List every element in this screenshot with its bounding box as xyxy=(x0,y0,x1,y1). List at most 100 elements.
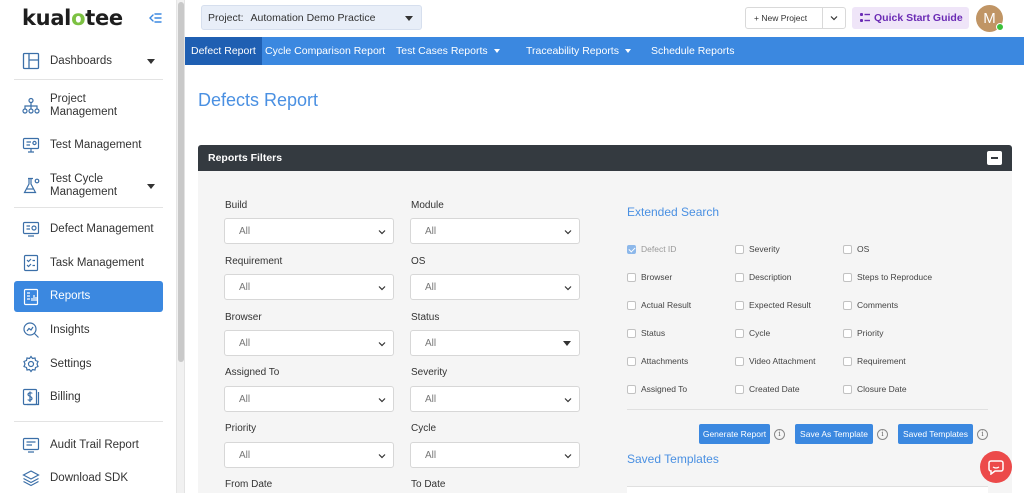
info-icon[interactable]: i xyxy=(774,429,785,440)
tab-label: Cycle Comparison Report xyxy=(265,45,386,57)
avatar[interactable]: M xyxy=(976,5,1004,32)
tab-cycle-comparison-report[interactable]: Cycle Comparison Report xyxy=(265,37,385,65)
checkbox[interactable] xyxy=(735,244,744,254)
sidebar-item-project-management[interactable]: Project Management xyxy=(14,92,163,120)
checkbox-steps-to-reproduce[interactable]: Steps to Reproduce xyxy=(843,272,932,282)
logo[interactable]: kualotee xyxy=(22,6,123,30)
checkbox-video-attachment[interactable]: Video Attachment xyxy=(735,356,815,366)
assigned-to-select[interactable]: All xyxy=(224,386,394,412)
checkbox[interactable] xyxy=(627,384,636,394)
checkbox[interactable] xyxy=(627,272,636,282)
checkbox-cycle[interactable]: Cycle xyxy=(735,328,770,338)
checkbox-label: Browser xyxy=(641,272,673,282)
checkbox[interactable] xyxy=(735,328,744,338)
browser-select[interactable]: All xyxy=(224,330,394,356)
gear-icon xyxy=(23,355,39,373)
select-value: All xyxy=(425,450,437,461)
collapse-sidebar-icon[interactable] xyxy=(147,10,163,26)
priority-select[interactable]: All xyxy=(224,442,394,468)
cycle-select[interactable]: All xyxy=(410,442,580,468)
checkbox-created-date[interactable]: Created Date xyxy=(735,384,800,394)
checkbox-label: Steps to Reproduce xyxy=(857,272,933,282)
quick-start-guide-button[interactable]: Quick Start Guide xyxy=(852,7,969,29)
checkbox[interactable] xyxy=(843,272,852,282)
build-label: Build xyxy=(225,200,248,211)
saved-templates-button[interactable]: Saved Templates xyxy=(898,424,973,444)
checkbox[interactable] xyxy=(627,356,636,366)
checkbox-attachments[interactable]: Attachments xyxy=(627,356,688,366)
chevron-down-icon[interactable] xyxy=(829,13,839,23)
checkbox-label: Comments xyxy=(857,300,899,310)
sidebar-item-reports[interactable]: Reports xyxy=(14,281,163,312)
checkbox-defect-id[interactable]: Defect ID xyxy=(627,244,676,254)
project-select[interactable]: Project: Automation Demo Practice xyxy=(201,5,422,30)
checkbox[interactable] xyxy=(843,356,852,366)
new-project-button[interactable]: + New Project xyxy=(745,7,846,29)
sidebar-item-dashboards[interactable]: Dashboards xyxy=(14,49,163,73)
checkbox-label: Created Date xyxy=(749,384,800,394)
chevron-down-icon xyxy=(378,286,386,291)
chevron-down-icon xyxy=(564,230,572,235)
tab-defect-report[interactable]: Defect Report xyxy=(185,37,262,65)
checkbox[interactable] xyxy=(843,384,852,394)
info-icon[interactable]: i xyxy=(877,429,888,440)
priority-label: Priority xyxy=(225,423,257,434)
sidebar-item-audit-trail-report[interactable]: Audit Trail Report xyxy=(14,433,163,457)
tab-test-cases-reports[interactable]: Test Cases Reports xyxy=(396,37,500,65)
info-icon[interactable]: i xyxy=(977,429,988,440)
chevron-down-icon xyxy=(378,398,386,403)
sidebar-scrollbar[interactable] xyxy=(177,0,185,493)
sidebar-item-billing[interactable]: Billing xyxy=(14,385,163,409)
module-select[interactable]: All xyxy=(410,218,580,244)
build-select[interactable]: All xyxy=(224,218,394,244)
module-label: Module xyxy=(411,200,444,211)
os-label: OS xyxy=(411,256,426,267)
generate-report-button[interactable]: Generate Report xyxy=(699,424,770,444)
checkbox[interactable] xyxy=(735,356,744,366)
checkbox-actual-result[interactable]: Actual Result xyxy=(627,300,691,310)
checkbox-priority[interactable]: Priority xyxy=(843,328,883,338)
checkbox[interactable] xyxy=(735,300,744,310)
checkbox-expected-result[interactable]: Expected Result xyxy=(735,300,811,310)
os-select[interactable]: All xyxy=(410,274,580,300)
checkbox-status[interactable]: Status xyxy=(627,328,665,338)
checkbox-browser[interactable]: Browser xyxy=(627,272,672,282)
checkbox-closure-date[interactable]: Closure Date xyxy=(843,384,907,394)
list-icon xyxy=(860,13,870,22)
requirement-select[interactable]: All xyxy=(224,274,394,300)
sidebar-item-insights[interactable]: Insights xyxy=(14,318,163,342)
checkbox[interactable] xyxy=(843,328,852,338)
checkbox-comments[interactable]: Comments xyxy=(843,300,898,310)
tab-traceability-reports[interactable]: Traceability Reports xyxy=(526,37,631,65)
checkbox[interactable] xyxy=(843,244,852,254)
checkbox-severity[interactable]: Severity xyxy=(735,244,780,254)
sidebar-item-test-cycle-management[interactable]: Test Cycle Management xyxy=(14,172,163,200)
checkbox[interactable] xyxy=(627,328,636,338)
sidebar: kualotee Dashboards Project Management T… xyxy=(0,0,177,493)
checkbox-description[interactable]: Description xyxy=(735,272,792,282)
scrollbar-thumb[interactable] xyxy=(178,2,184,362)
tab-schedule-reports[interactable]: Schedule Reports xyxy=(651,37,734,65)
checkbox[interactable] xyxy=(735,272,744,282)
checkbox[interactable] xyxy=(843,300,852,310)
save-as-template-button[interactable]: Save As Template xyxy=(795,424,873,444)
severity-select[interactable]: All xyxy=(410,386,580,412)
checkbox[interactable] xyxy=(735,384,744,394)
checkbox-requirement[interactable]: Requirement xyxy=(843,356,906,366)
checkbox-assigned-to[interactable]: Assigned To xyxy=(627,384,687,394)
chat-button[interactable] xyxy=(980,451,1012,483)
checkbox-label: Video Attachment xyxy=(749,356,816,366)
checkbox-os[interactable]: OS xyxy=(843,244,869,254)
sidebar-item-task-management[interactable]: Task Management xyxy=(14,251,163,275)
divider xyxy=(627,409,988,410)
checkbox[interactable] xyxy=(627,244,636,254)
project-value: Automation Demo Practice xyxy=(250,12,376,24)
sidebar-item-test-management[interactable]: Test Management xyxy=(14,133,163,157)
checkbox[interactable] xyxy=(627,300,636,310)
sidebar-item-download-sdk[interactable]: Download SDK xyxy=(14,466,163,490)
sidebar-item-settings[interactable]: Settings xyxy=(14,352,163,376)
collapse-icon[interactable] xyxy=(987,151,1002,165)
sidebar-item-label: Dashboards xyxy=(50,54,113,67)
sidebar-item-defect-management[interactable]: Defect Management xyxy=(14,217,163,241)
status-select[interactable]: All xyxy=(410,330,580,356)
